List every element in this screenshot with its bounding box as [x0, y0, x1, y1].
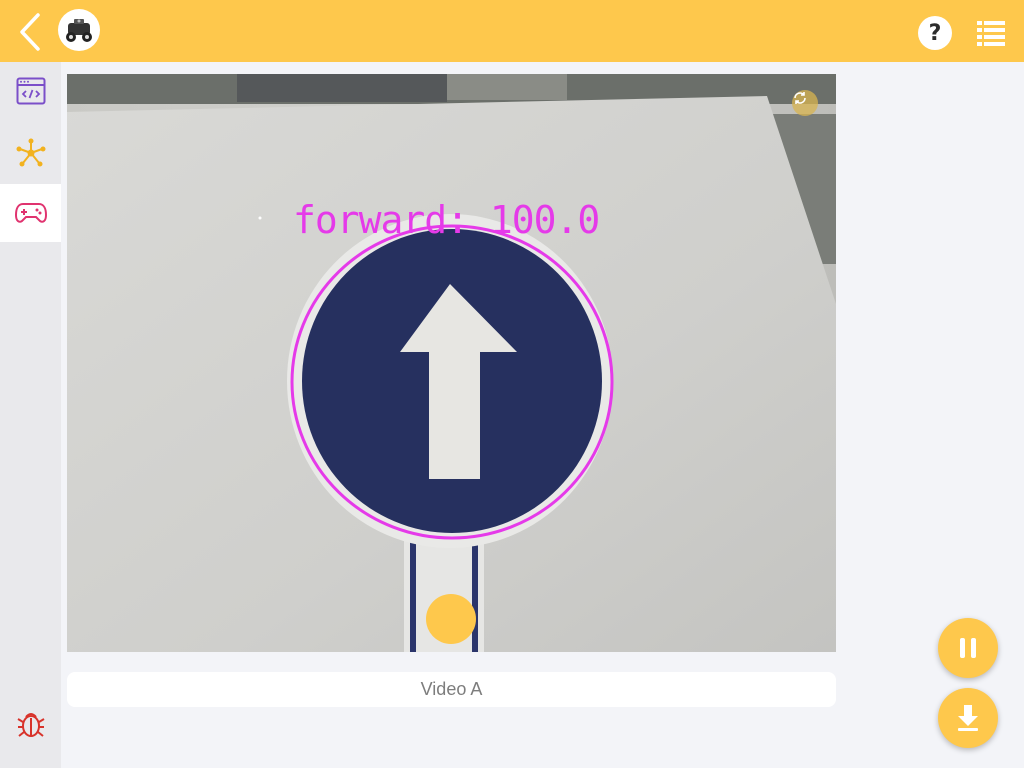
sidebar-item-gamepad[interactable] — [0, 184, 61, 242]
robot-avatar[interactable] — [58, 9, 100, 51]
sidebar-item-code[interactable] — [0, 62, 61, 120]
sidebar-item-network[interactable] — [0, 124, 61, 182]
bug-icon — [16, 713, 45, 737]
refresh-icon — [794, 92, 806, 104]
pause-icon — [960, 638, 976, 658]
video-caption: Video A — [67, 672, 836, 707]
list-icon — [977, 21, 1005, 46]
pause-button[interactable] — [938, 618, 998, 678]
back-button[interactable] — [14, 12, 44, 52]
sidebar-item-debug[interactable] — [0, 695, 61, 753]
refresh-button[interactable] — [792, 90, 818, 116]
robot-car-icon — [66, 19, 92, 42]
download-button[interactable] — [938, 688, 998, 748]
gamepad-icon — [14, 203, 47, 223]
detection-label: forward: 100.0 — [293, 198, 600, 242]
video-feed: forward: 100.0 — [67, 74, 836, 652]
camera-image — [67, 74, 836, 652]
top-bar: ? — [0, 0, 1024, 62]
download-icon — [958, 705, 978, 731]
network-nodes-icon — [16, 138, 45, 167]
chevron-left-icon — [20, 13, 40, 51]
help-button[interactable]: ? — [918, 16, 952, 50]
record-circle-icon[interactable] — [426, 594, 476, 644]
sidebar — [0, 62, 61, 768]
menu-button[interactable] — [977, 20, 1005, 46]
code-window-icon — [16, 77, 45, 105]
